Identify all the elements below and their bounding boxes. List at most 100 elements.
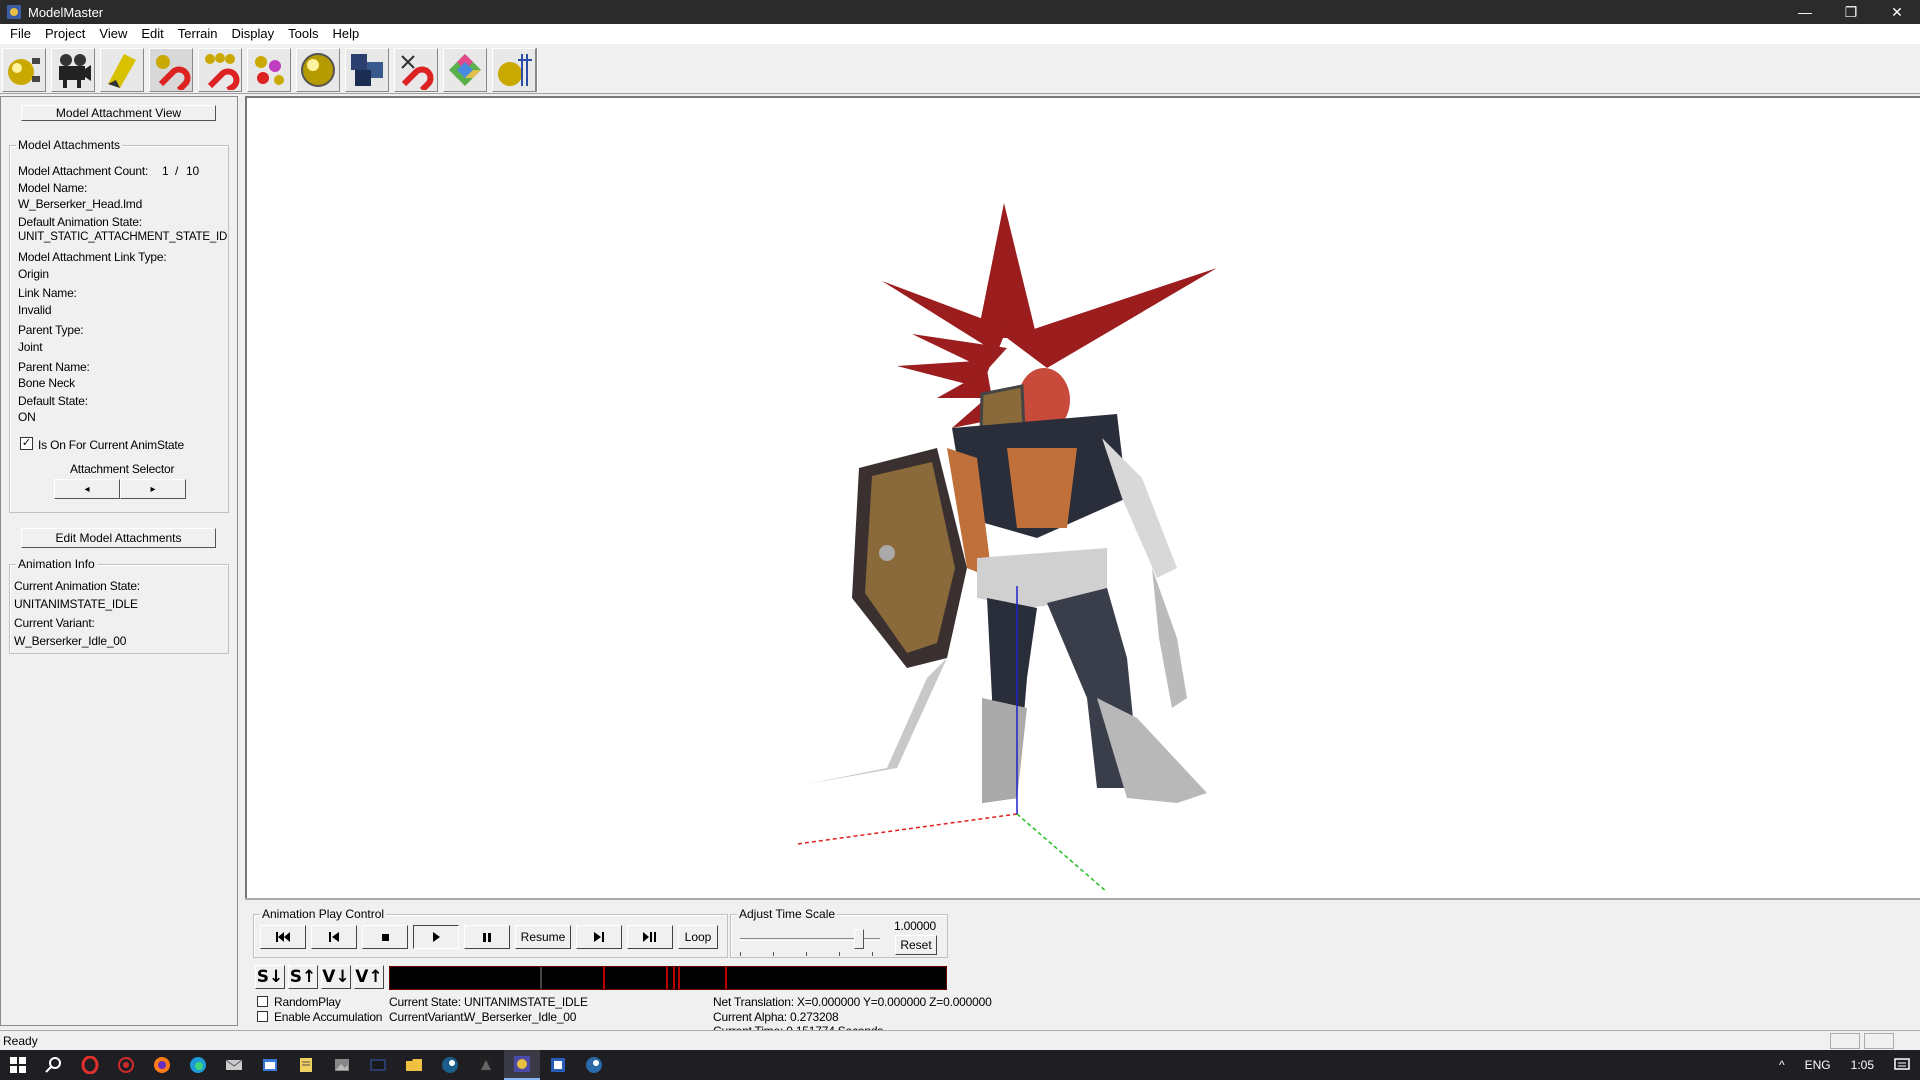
s-up-button[interactable]: S↑ [288,965,318,989]
timeline-marker [666,967,668,989]
taskbar-notepad[interactable] [288,1050,324,1080]
menu-view[interactable]: View [92,24,134,44]
time-scale-slider[interactable] [740,928,880,958]
pause-button[interactable] [464,925,510,949]
taskbar-explorer[interactable] [396,1050,432,1080]
taskbar-edge[interactable] [180,1050,216,1080]
stop-button[interactable] [362,925,408,949]
current-variant-value: W_Berserker_Idle_00 [14,634,127,648]
enable-accumulation-checkbox[interactable] [257,1011,268,1022]
magnet-cursor-button[interactable] [394,48,438,92]
menu-display[interactable]: Display [225,24,282,44]
blocks-button[interactable] [345,48,389,92]
skip-to-end-icon [643,932,656,942]
start-button[interactable] [0,1050,36,1080]
animation-info-legend: Animation Info [16,557,97,571]
resume-button[interactable]: Resume [515,925,571,949]
enable-accumulation-label: Enable Accumulation [274,1010,383,1024]
search-icon [45,1057,61,1073]
language-indicator[interactable]: ENG [1795,1058,1841,1072]
random-play-checkbox[interactable] [257,996,268,1007]
model-attachment-view-button[interactable] [2,48,46,92]
edit-model-attachments-button[interactable]: Edit Model Attachments [21,528,216,548]
attachment-count-label: Model Attachment Count: [18,164,149,178]
taskbar-modelmaster[interactable] [504,1050,540,1080]
time-scale-slider-thumb[interactable] [854,929,865,949]
loop-button[interactable]: Loop [678,925,718,949]
attachment-count-total: 10 [186,164,199,178]
restore-button[interactable]: ❐ [1828,0,1874,24]
menu-file[interactable]: File [3,24,38,44]
taskbar-game[interactable] [468,1050,504,1080]
steam2-icon [586,1057,602,1073]
notifications-button[interactable] [1884,1058,1920,1072]
taskbar-firefox[interactable] [144,1050,180,1080]
tile-grid-button[interactable] [443,48,487,92]
particle-icon [255,56,284,85]
menu-edit[interactable]: Edit [134,24,170,44]
previous-frame-button[interactable] [311,925,357,949]
camera-button[interactable] [51,48,95,92]
rewind-start-button[interactable] [260,925,306,949]
model-attachment-view-toggle[interactable]: Model Attachment View [21,105,216,121]
app-window-icon [263,1059,277,1071]
magnet-red-button[interactable] [149,48,193,92]
taskbar-word[interactable] [540,1050,576,1080]
menu-help[interactable]: Help [326,24,367,44]
v-down-button[interactable]: V↓ [321,965,351,989]
tray-overflow-chevron[interactable]: ^ [1769,1058,1795,1072]
taskbar-steam-2[interactable] [576,1050,612,1080]
play-button[interactable] [413,925,459,949]
close-button[interactable]: ✕ [1874,0,1920,24]
particle-button[interactable] [247,48,291,92]
skip-to-end-button[interactable] [627,925,673,949]
s-down-button[interactable]: S↓ [255,965,285,989]
sphere-tools-button[interactable] [492,48,536,92]
timeline-marker [603,967,605,989]
menu-project[interactable]: Project [38,24,92,44]
is-on-label: Is On For Current AnimState [38,438,184,452]
toolbar [0,44,1920,94]
taskbar-app-window[interactable] [252,1050,288,1080]
default-anim-label: Default Animation State: [18,215,142,229]
taskbar-recorder[interactable] [108,1050,144,1080]
is-on-checkbox[interactable]: ✓ [20,437,33,450]
time-scale-reset-button[interactable]: Reset [895,935,937,955]
play-icon [433,932,440,942]
search-button[interactable] [36,1050,72,1080]
taskbar-terminal[interactable] [360,1050,396,1080]
taskbar-mail[interactable] [216,1050,252,1080]
magnet-cluster-icon [205,53,240,90]
window-title: ModelMaster [28,4,104,20]
taskbar-photos[interactable] [324,1050,360,1080]
3d-viewport[interactable] [245,96,1920,898]
attachment-next-button[interactable]: ▸ [120,479,186,499]
taskbar-opera[interactable] [72,1050,108,1080]
status-pane [1830,1033,1860,1049]
firefox-icon [154,1057,170,1073]
pause-icon [483,933,491,942]
taskbar-steam[interactable] [432,1050,468,1080]
status-pane [1864,1033,1894,1049]
terrain-brush-button[interactable] [100,48,144,92]
timeline-marker [540,967,542,989]
menu-bar: File Project View Edit Terrain Display T… [0,24,1920,44]
camera-icon [59,54,91,88]
menu-terrain[interactable]: Terrain [171,24,225,44]
clock[interactable]: 1:05 [1841,1058,1884,1072]
notifications-icon [1894,1058,1910,1070]
current-state-value: UNITANIMSTATE_IDLE [464,995,588,1009]
attachment-prev-button[interactable]: ◂ [54,479,120,499]
parent-type-label: Parent Type: [18,323,84,337]
current-anim-state-label: Current Animation State: [14,579,140,593]
animation-info-group: Animation Info Current Animation State: … [9,557,229,654]
animation-timeline[interactable] [389,966,947,990]
minimize-button[interactable]: — [1782,0,1828,24]
link-name-value: Invalid [18,303,52,317]
sphere-button[interactable] [296,48,340,92]
magnet-cluster-button[interactable] [198,48,242,92]
v-up-button[interactable]: V↑ [354,965,384,989]
menu-tools[interactable]: Tools [281,24,325,44]
adjust-time-scale-legend: Adjust Time Scale [737,907,838,921]
next-frame-button[interactable] [576,925,622,949]
